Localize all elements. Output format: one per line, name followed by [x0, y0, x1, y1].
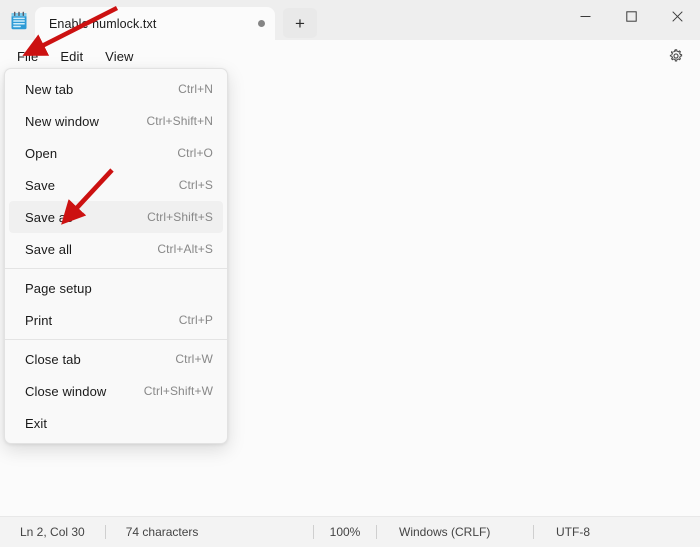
maximize-button[interactable] [608, 0, 654, 32]
menu-item-label: Exit [25, 415, 48, 431]
gear-icon [669, 49, 683, 62]
menu-item-new-window[interactable]: New window Ctrl+Shift+N [9, 105, 223, 137]
menu-item-accelerator: Ctrl+Shift+N [146, 114, 213, 128]
menu-item-label: New window [25, 113, 99, 129]
menu-item-print[interactable]: Print Ctrl+P [9, 304, 223, 336]
menu-item-accelerator: Ctrl+Shift+S [147, 210, 213, 224]
tab-strip: Enable numlock.txt + [35, 0, 562, 40]
menu-item-page-setup[interactable]: Page setup [9, 272, 223, 304]
file-menu-group-1: New tab Ctrl+N New window Ctrl+Shift+N O… [5, 73, 227, 265]
status-cursor-position[interactable]: Ln 2, Col 30 [0, 517, 85, 547]
status-divider-1 [104, 525, 106, 539]
menubar-item-file[interactable]: File [6, 45, 49, 68]
minimize-icon [580, 15, 590, 17]
maximize-icon [625, 10, 637, 22]
file-dropdown-menu: New tab Ctrl+N New window Ctrl+Shift+N O… [4, 68, 228, 444]
close-button[interactable] [654, 0, 700, 32]
menu-item-save[interactable]: Save Ctrl+S [9, 169, 223, 201]
window-controls [562, 0, 700, 40]
menu-item-label: Save all [25, 241, 73, 257]
file-menu-group-2: Page setup Print Ctrl+P [5, 272, 227, 336]
plus-icon: + [295, 13, 305, 33]
menu-separator-1 [5, 268, 227, 269]
status-line-ending[interactable]: Windows (CRLF) [377, 517, 533, 547]
tab-modified-indicator [258, 20, 265, 27]
status-character-count[interactable]: 74 characters [126, 517, 199, 547]
tab-enable-numlock[interactable]: Enable numlock.txt [35, 7, 275, 40]
menu-item-accelerator: Ctrl+N [178, 82, 213, 96]
menu-item-label: Page setup [25, 280, 92, 296]
minimize-button[interactable] [562, 0, 608, 32]
menu-item-label: Save as [25, 209, 73, 225]
menu-separator-2 [5, 339, 227, 340]
menu-item-label: Close window [25, 383, 107, 399]
menubar-item-edit[interactable]: Edit [49, 45, 94, 68]
menu-item-accelerator: Ctrl+O [177, 146, 213, 160]
menu-item-accelerator: Ctrl+W [175, 352, 213, 366]
file-menu-group-3: Close tab Ctrl+W Close window Ctrl+Shift… [5, 343, 227, 439]
menu-item-close-window[interactable]: Close window Ctrl+Shift+W [9, 375, 223, 407]
tab-title: Enable numlock.txt [49, 16, 157, 31]
menu-item-label: Print [25, 312, 53, 328]
notepad-window: Enable numlock.txt + File Edit View Ln 2… [0, 0, 700, 547]
menu-item-close-tab[interactable]: Close tab Ctrl+W [9, 343, 223, 375]
menu-item-new-tab[interactable]: New tab Ctrl+N [9, 73, 223, 105]
menubar-item-view[interactable]: View [94, 45, 144, 68]
menu-item-label: Close tab [25, 351, 81, 367]
menu-item-save-as[interactable]: Save as Ctrl+Shift+S [9, 201, 223, 233]
menu-item-accelerator: Ctrl+Alt+S [157, 242, 213, 256]
settings-button[interactable] [664, 44, 688, 68]
status-zoom-level[interactable]: 100% [314, 517, 376, 547]
status-encoding[interactable]: UTF-8 [534, 517, 590, 547]
menu-item-accelerator: Ctrl+S [178, 178, 213, 192]
menu-item-save-all[interactable]: Save all Ctrl+Alt+S [9, 233, 223, 265]
menu-item-accelerator: Ctrl+P [178, 313, 213, 327]
menu-item-label: Save [25, 177, 56, 193]
new-tab-button[interactable]: + [283, 8, 317, 38]
menu-item-accelerator: Ctrl+Shift+W [143, 384, 213, 398]
notepad-icon [9, 11, 29, 31]
status-bar: Ln 2, Col 30 74 characters 100% Windows … [0, 516, 700, 547]
menu-item-label: New tab [25, 81, 74, 97]
close-icon [671, 10, 683, 22]
menu-item-exit[interactable]: Exit [9, 407, 223, 439]
menu-item-label: Open [25, 145, 58, 161]
menu-item-open[interactable]: Open Ctrl+O [9, 137, 223, 169]
title-bar: Enable numlock.txt + [0, 0, 700, 40]
